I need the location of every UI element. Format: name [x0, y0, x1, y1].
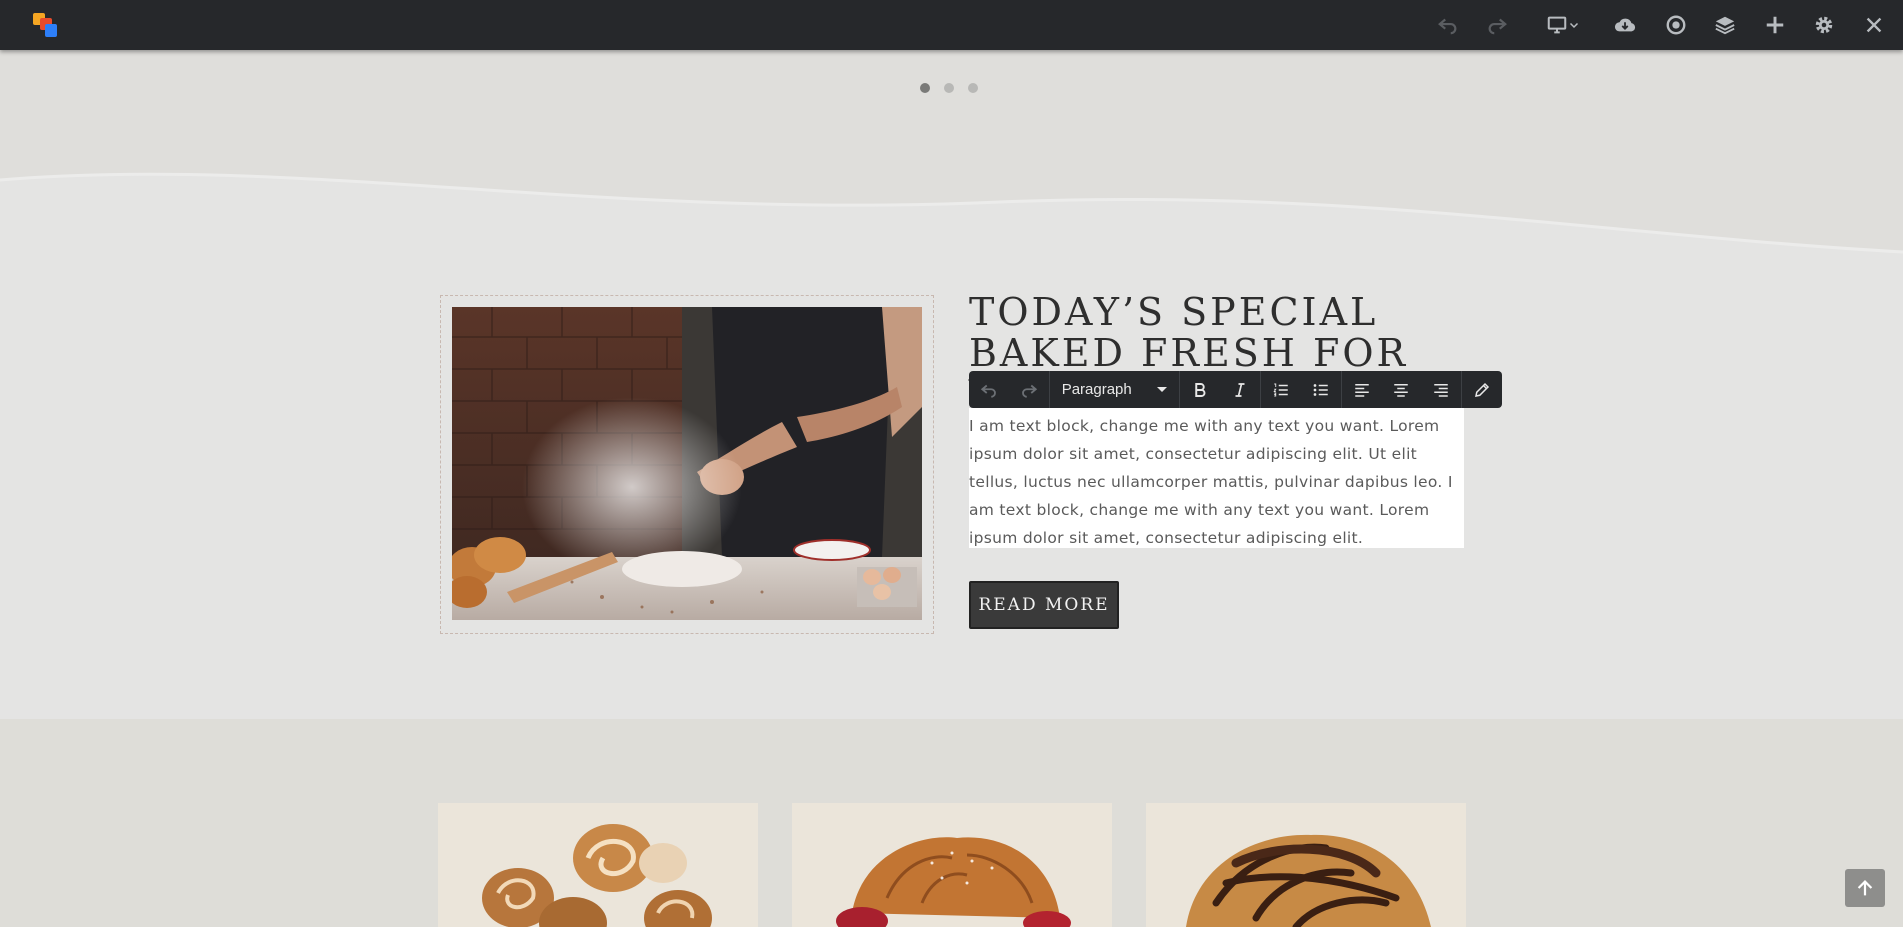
caret-down-icon	[1157, 387, 1168, 392]
product-card[interactable]	[438, 803, 758, 927]
device-switcher[interactable]	[1540, 13, 1586, 37]
text-block[interactable]: I am text block, change me with any text…	[969, 408, 1464, 548]
preview-icon[interactable]	[1664, 13, 1688, 37]
redo-icon	[1021, 384, 1037, 398]
editor-redo-button[interactable]	[1009, 371, 1049, 408]
layers-icon[interactable]	[1713, 13, 1737, 37]
cinnamon-rolls-image	[438, 803, 758, 927]
chevron-down-icon	[1569, 22, 1579, 29]
gear-icon[interactable]	[1812, 13, 1836, 37]
align-left-button[interactable]	[1342, 371, 1382, 408]
carousel-dots	[920, 83, 978, 93]
scroll-top-button[interactable]	[1845, 869, 1885, 907]
pencil-icon	[1475, 382, 1490, 397]
italic-button[interactable]	[1220, 371, 1260, 408]
ordered-list-button[interactable]	[1261, 371, 1301, 408]
read-more-button[interactable]: READ MORE	[969, 581, 1119, 629]
text-editor-toolbar: Paragraph	[969, 371, 1502, 408]
close-icon[interactable]	[1862, 13, 1886, 37]
editor-undo-button[interactable]	[969, 371, 1009, 408]
heading-line-1: TODAY’S SPECIAL	[969, 290, 1379, 334]
italic-icon	[1235, 382, 1245, 397]
carousel-dot[interactable]	[920, 83, 930, 93]
align-center-button[interactable]	[1381, 371, 1421, 408]
croissant-berries-image	[792, 803, 1112, 927]
redo-icon[interactable]	[1485, 13, 1509, 37]
align-right-button[interactable]	[1421, 371, 1461, 408]
chocolate-croissant-image	[1146, 803, 1466, 927]
arrow-up-icon	[1857, 880, 1873, 896]
desktop-icon	[1547, 16, 1567, 34]
wave-divider	[0, 172, 1903, 280]
carousel-dot[interactable]	[944, 83, 954, 93]
builder-topbar	[0, 0, 1903, 50]
align-center-icon	[1394, 383, 1409, 397]
carousel-dot[interactable]	[968, 83, 978, 93]
cloud-download-icon[interactable]	[1613, 13, 1637, 37]
baker-image	[452, 307, 922, 620]
undo-icon	[980, 384, 996, 398]
image-frame[interactable]	[440, 295, 934, 634]
bold-icon	[1195, 382, 1206, 397]
plus-icon[interactable]	[1763, 13, 1787, 37]
format-select[interactable]: Paragraph	[1050, 371, 1180, 408]
align-left-icon	[1354, 383, 1369, 397]
edit-style-button[interactable]	[1462, 371, 1502, 408]
align-right-icon	[1434, 383, 1448, 397]
format-select-value: Paragraph	[1061, 381, 1132, 398]
unordered-list-icon	[1313, 383, 1328, 396]
bold-button[interactable]	[1180, 371, 1220, 408]
product-card[interactable]	[792, 803, 1112, 927]
product-card[interactable]	[1146, 803, 1466, 927]
unordered-list-button[interactable]	[1301, 371, 1341, 408]
ordered-list-icon	[1273, 383, 1288, 396]
app-logo[interactable]	[32, 12, 60, 40]
undo-icon[interactable]	[1436, 13, 1460, 37]
